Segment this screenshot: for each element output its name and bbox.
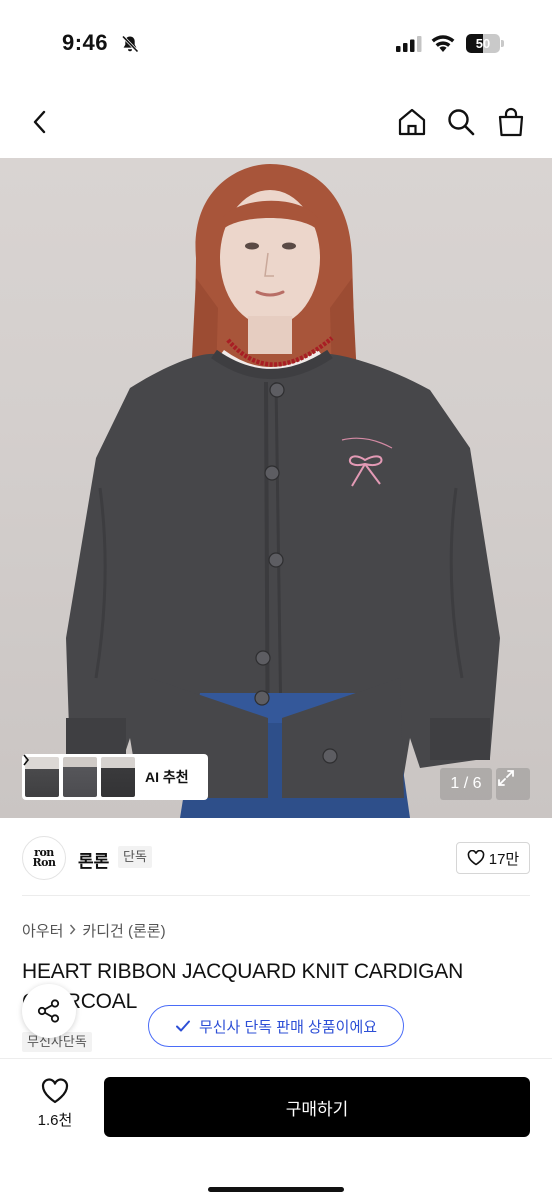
brand-logo[interactable]: ron Ron — [22, 836, 66, 880]
battery-icon: 50 — [466, 34, 504, 53]
recommend-thumbnail[interactable] — [63, 757, 97, 797]
brand-name[interactable]: 론론 — [78, 847, 109, 872]
status-time: 9:46 — [62, 30, 109, 55]
product-like-button[interactable]: 1.6천 — [22, 1077, 88, 1137]
product-title-line: HEART RIBBON JACQUARD KNIT CARDIGAN — [22, 960, 464, 983]
brand-like-count: 17만 — [488, 850, 520, 868]
home-button[interactable] — [394, 104, 430, 140]
home-indicator — [208, 1187, 344, 1192]
image-page-counter: 1 / 6 — [440, 768, 492, 800]
ai-recommend-label: AI 추천 — [145, 769, 189, 785]
signal-icon — [396, 36, 422, 52]
exclusive-toast: 무신사 단독 판매 상품이에요 — [148, 1005, 404, 1047]
breadcrumb-subcategory[interactable]: 카디건 (론론) — [82, 920, 165, 941]
chevron-right-icon — [69, 922, 76, 939]
search-icon — [448, 109, 475, 136]
home-icon — [398, 108, 426, 136]
ai-recommend-strip[interactable]: AI 추천 — [22, 754, 208, 800]
product-like-count: 1.6천 — [37, 1112, 73, 1129]
breadcrumb-category[interactable]: 아우터 — [22, 920, 63, 941]
expand-icon — [498, 770, 514, 786]
brand-like-button[interactable]: 17만 — [456, 842, 530, 874]
battery-level: 50 — [475, 36, 491, 51]
shopping-bag-icon — [498, 107, 524, 137]
product-image-gallery[interactable]: AI 추천 1 / 6 — [0, 158, 552, 818]
brand-exclusive-badge: 단독 — [118, 846, 152, 868]
divider — [22, 895, 530, 896]
chevron-left-icon — [33, 110, 46, 134]
cart-button[interactable] — [493, 104, 529, 140]
check-icon — [175, 1020, 190, 1032]
recommend-thumbnail[interactable] — [101, 757, 135, 797]
expand-image-button[interactable] — [496, 768, 530, 800]
bell-slash-icon — [121, 35, 139, 53]
product-photo — [66, 164, 500, 818]
heart-icon — [41, 1078, 69, 1104]
brand-row: ron Ron 론론 단독 17만 — [0, 830, 552, 888]
status-bar: 9:46 50 — [0, 0, 552, 88]
toast-text: 무신사 단독 판매 상품이에요 — [198, 1018, 378, 1036]
share-icon — [37, 999, 60, 1023]
heart-icon — [467, 850, 485, 866]
bottom-action-bar: 1.6천 구매하기 — [0, 1058, 552, 1200]
share-button[interactable] — [22, 984, 76, 1038]
back-button[interactable] — [22, 104, 58, 140]
buy-button[interactable]: 구매하기 — [104, 1077, 530, 1137]
search-button[interactable] — [443, 104, 479, 140]
recommend-thumbnail[interactable] — [25, 757, 59, 797]
brand-logo-text: Ron — [32, 856, 56, 869]
breadcrumb: 아우터 카디건 (론론) — [22, 920, 166, 941]
wifi-icon — [431, 35, 455, 52]
top-nav-bar — [0, 88, 552, 158]
